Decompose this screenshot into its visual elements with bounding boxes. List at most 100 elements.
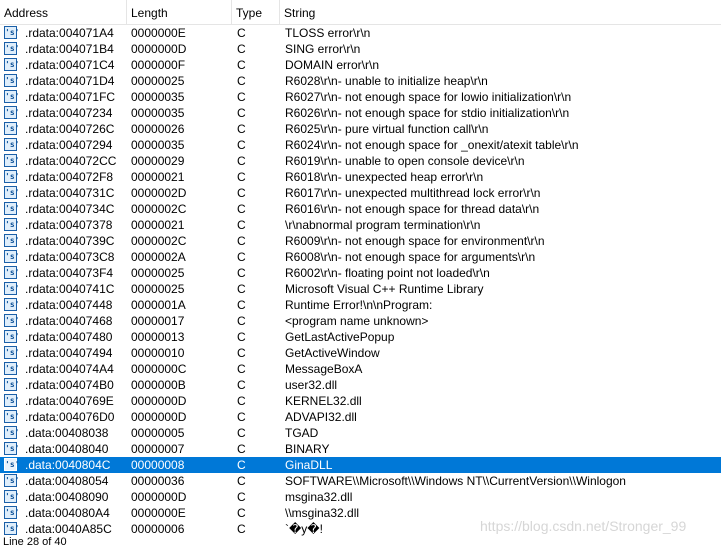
strings-list: 's' .rdata:004071A4 0000000E C TLOSS error\r… bbox=[0, 25, 721, 537]
string-icon: 's' bbox=[4, 282, 20, 295]
type-cell: C bbox=[237, 250, 246, 264]
table-row[interactable]: 's' .rdata:00407468 00000017 C <program name… bbox=[0, 313, 721, 329]
table-row[interactable]: 's' .rdata:004071C4 0000000F C DOMAIN error\… bbox=[0, 57, 721, 73]
table-row[interactable]: 's' .rdata:00407480 00000013 C GetLastActive… bbox=[0, 329, 721, 345]
string-cell: SING error\r\n bbox=[285, 42, 361, 56]
table-row[interactable]: 's' .rdata:00407234 00000035 C R6026\r\n- no… bbox=[0, 105, 721, 121]
column-type[interactable]: Type bbox=[232, 0, 280, 24]
table-row[interactable]: 's' .rdata:0040769E 0000000D C KERNEL32.dll bbox=[0, 393, 721, 409]
address-cell: .data:0040804C bbox=[25, 458, 111, 472]
table-row[interactable]: 's' .rdata:0040741C 00000025 C Microsoft Vis… bbox=[0, 281, 721, 297]
string-icon: 's' bbox=[4, 394, 20, 407]
string-cell: DOMAIN error\r\n bbox=[285, 58, 380, 72]
table-row[interactable]: 's' .rdata:004071FC 00000035 C R6027\r\n- no… bbox=[0, 89, 721, 105]
length-cell: 00000025 bbox=[131, 266, 185, 280]
length-cell: 00000010 bbox=[131, 346, 185, 360]
table-row[interactable]: 's' .rdata:004074B0 0000000B Cuser32.dll bbox=[0, 377, 721, 393]
string-icon: 's' bbox=[4, 474, 20, 487]
table-row[interactable]: 's' .rdata:00407448 0000001A C Runtime Error… bbox=[0, 297, 721, 313]
column-header: Address Length Type String bbox=[0, 0, 721, 25]
string-cell: GetLastActivePopup bbox=[285, 330, 395, 344]
address-cell: .rdata:004071D4 bbox=[25, 74, 115, 88]
string-cell: R6009\r\n- not enough space for environm… bbox=[285, 234, 545, 248]
address-cell: .data:004080A4 bbox=[25, 506, 110, 520]
table-row[interactable]: 's' .rdata:004071B4 0000000D C SING error\r\… bbox=[0, 41, 721, 57]
string-icon: 's' bbox=[4, 154, 20, 167]
type-cell: C bbox=[237, 26, 246, 40]
type-cell: C bbox=[237, 330, 246, 344]
length-cell: 00000013 bbox=[131, 330, 185, 344]
type-cell: C bbox=[237, 410, 246, 424]
table-row[interactable]: 's' .data:0040804C 00000008 C GinaDLL bbox=[0, 457, 721, 473]
type-cell: C bbox=[237, 282, 246, 296]
address-cell: .rdata:00407448 bbox=[25, 298, 113, 312]
length-cell: 00000021 bbox=[131, 218, 185, 232]
length-cell: 00000029 bbox=[131, 154, 185, 168]
string-icon: 's' bbox=[4, 42, 20, 55]
table-row[interactable]: 's' .rdata:004072CC 00000029 C R6019\r\n- un… bbox=[0, 153, 721, 169]
address-cell: .rdata:0040731C bbox=[25, 186, 115, 200]
table-row[interactable]: 's' .rdata:004074A4 0000000C C MessageBoxA bbox=[0, 361, 721, 377]
string-icon: 's' bbox=[4, 410, 20, 423]
type-cell: C bbox=[237, 122, 246, 136]
table-row[interactable]: 's' .data:00408054 00000036 C SOFTWARE\\Micr… bbox=[0, 473, 721, 489]
column-address[interactable]: Address bbox=[0, 0, 127, 24]
type-cell: C bbox=[237, 218, 246, 232]
type-cell: C bbox=[237, 266, 246, 280]
table-row[interactable]: 's' .rdata:004071A4 0000000E C TLOSS error\r… bbox=[0, 25, 721, 41]
table-row[interactable]: 's' .rdata:0040734C 0000002C C R6016\r\n- no… bbox=[0, 201, 721, 217]
address-cell: .data:00408040 bbox=[25, 442, 109, 456]
address-cell: .rdata:004074B0 bbox=[25, 378, 114, 392]
type-cell: C bbox=[237, 490, 246, 504]
column-length[interactable]: Length bbox=[127, 0, 232, 24]
table-row[interactable]: 's' .rdata:004072F8 00000021 C R6018\r\n- un… bbox=[0, 169, 721, 185]
table-row[interactable]: 's' .rdata:00407378 00000021 C \r\nabnormal … bbox=[0, 217, 721, 233]
watermark: https://blog.csdn.net/Stronger_99 bbox=[480, 518, 687, 534]
length-cell: 0000002D bbox=[131, 186, 187, 200]
length-cell: 00000021 bbox=[131, 170, 185, 184]
length-cell: 00000007 bbox=[131, 442, 185, 456]
table-row[interactable]: 's' .rdata:0040726C 00000026 C R6025\r\n- pu… bbox=[0, 121, 721, 137]
length-cell: 00000025 bbox=[131, 74, 185, 88]
table-row[interactable]: 's' .data:00408038 00000005 C TGAD bbox=[0, 425, 721, 441]
table-row[interactable]: 's' .rdata:004076D0 0000000D C ADVAPI32.dll bbox=[0, 409, 721, 425]
table-row[interactable]: 's' .data:00408040 00000007 C BINARY bbox=[0, 441, 721, 457]
string-icon: 's' bbox=[4, 330, 20, 343]
length-cell: 0000000E bbox=[131, 26, 186, 40]
string-icon: 's' bbox=[4, 458, 20, 471]
table-row[interactable]: 's' .rdata:00407494 00000010 C GetActiveWind… bbox=[0, 345, 721, 361]
string-icon: 's' bbox=[4, 266, 20, 279]
address-cell: .rdata:0040769E bbox=[25, 394, 114, 408]
length-cell: 0000000D bbox=[131, 394, 187, 408]
string-icon: 's' bbox=[4, 58, 20, 71]
table-row[interactable]: 's' .rdata:0040739C 0000002C C R6009\r\n- no… bbox=[0, 233, 721, 249]
string-cell: R6027\r\n- not enough space for lowio in… bbox=[285, 90, 572, 104]
string-cell: Microsoft Visual C++ Runtime Library bbox=[285, 282, 484, 296]
address-cell: .rdata:004071B4 bbox=[25, 42, 114, 56]
type-cell: C bbox=[237, 74, 246, 88]
type-cell: C bbox=[237, 58, 246, 72]
table-row[interactable]: 's' .rdata:0040731C 0000002D C R6017\r\n- un… bbox=[0, 185, 721, 201]
string-cell: R6016\r\n- not enough space for thread d… bbox=[285, 202, 540, 216]
string-cell: KERNEL32.dll bbox=[285, 394, 362, 408]
address-cell: .rdata:004073F4 bbox=[25, 266, 114, 280]
strings-window: Address Length Type String 's' .rdata:004… bbox=[0, 0, 721, 545]
address-cell: .rdata:00407234 bbox=[25, 106, 113, 120]
table-row[interactable]: 's' .data:00408090 0000000D Cmsgina32.dll bbox=[0, 489, 721, 505]
type-cell: C bbox=[237, 170, 246, 184]
table-row[interactable]: 's' .rdata:004073F4 00000025 C R6002\r\n- fl… bbox=[0, 265, 721, 281]
string-cell: R6017\r\n- unexpected multithread lock e… bbox=[285, 186, 541, 200]
length-cell: 00000035 bbox=[131, 90, 185, 104]
column-string[interactable]: String bbox=[280, 0, 721, 24]
table-row[interactable]: 's' .rdata:00407294 00000035 C R6024\r\n- no… bbox=[0, 137, 721, 153]
length-cell: 0000000D bbox=[131, 42, 187, 56]
length-cell: 00000035 bbox=[131, 138, 185, 152]
string-cell: R6025\r\n- pure virtual function call\r\… bbox=[285, 122, 489, 136]
table-row[interactable]: 's' .rdata:004073C8 0000002A C R6008\r\n- no… bbox=[0, 249, 721, 265]
table-row[interactable]: 's' .rdata:004071D4 00000025 C R6028\r\n- un… bbox=[0, 73, 721, 89]
type-cell: C bbox=[237, 522, 246, 536]
type-cell: C bbox=[237, 394, 246, 408]
string-icon: 's' bbox=[4, 522, 20, 535]
string-cell: R6008\r\n- not enough space for argument… bbox=[285, 250, 536, 264]
type-cell: C bbox=[237, 362, 246, 376]
